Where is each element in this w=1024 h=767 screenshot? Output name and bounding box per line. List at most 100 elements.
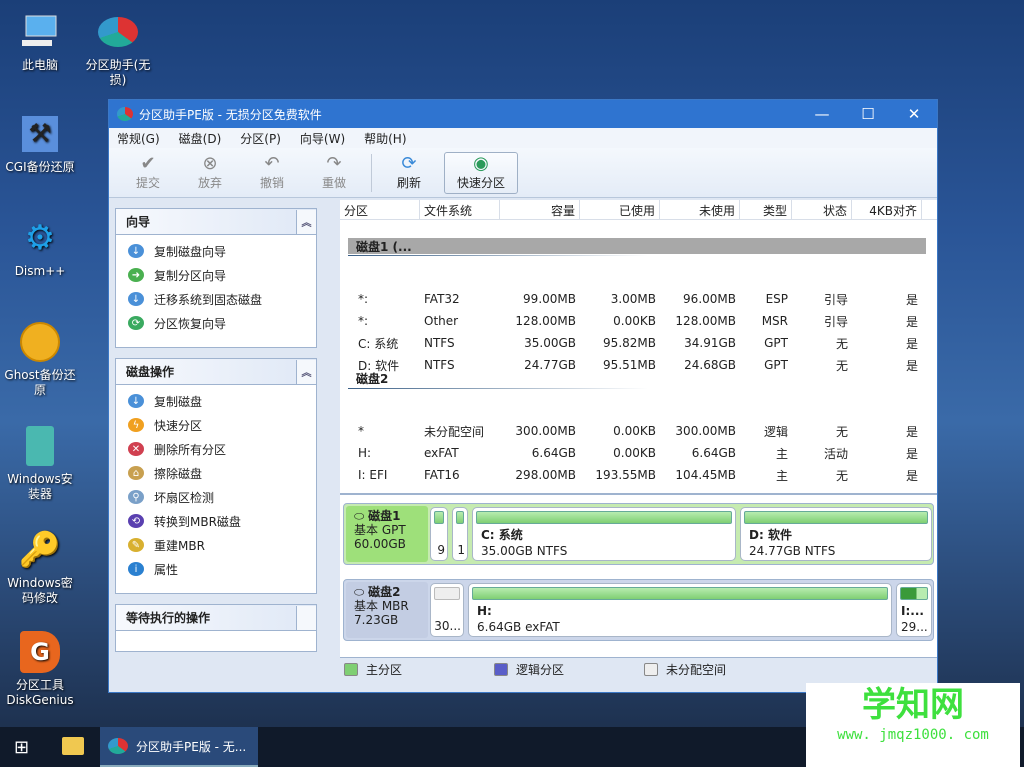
item-label: 转换到MBR磁盘	[154, 514, 241, 529]
col-4k-align[interactable]: 4KB对齐	[852, 200, 922, 219]
desktop-icon-this-pc[interactable]: 此电脑	[2, 10, 78, 73]
maximize-button[interactable]: ☐	[845, 100, 891, 128]
windows-start-icon[interactable]: ⊞	[14, 737, 29, 758]
refresh-icon: ⟳	[401, 153, 417, 174]
col-unused[interactable]: 未使用	[660, 200, 740, 219]
table-cell: 35.00GB	[524, 336, 576, 350]
refresh-label: 刷新	[396, 176, 421, 190]
table-cell: NTFS	[424, 336, 455, 350]
col-partition[interactable]: 分区	[340, 200, 420, 219]
table-row[interactable]: I: EFI FAT16 298.00MB 193.55MB 104.45MB 主 无 是	[340, 464, 930, 486]
menu-general[interactable]: 常规(G)	[117, 130, 160, 147]
quick-partition-button[interactable]: ◉ 快速分区	[444, 151, 518, 194]
table-row[interactable]: * 未分配空间 300.00MB 0.00KB 300.00MB 逻辑 无 是	[340, 420, 930, 442]
redo-button[interactable]: ↷ 重做	[303, 152, 365, 194]
sidebar-item-properties[interactable]: i 属性	[116, 557, 316, 581]
wizard-panel-title: 向导	[126, 215, 151, 229]
partition-esp[interactable]: 9	[430, 507, 448, 561]
commit-button[interactable]: ✔ 提交	[117, 152, 179, 194]
refresh-button[interactable]: ⟳ 刷新	[378, 152, 440, 194]
partition-d[interactable]: D: 软件 24.77GB NTFS	[740, 507, 932, 561]
undo-button[interactable]: ↶ 撤销	[241, 152, 303, 194]
disk2-header[interactable]: 磁盘2	[348, 370, 926, 386]
disk2-name: 磁盘2	[368, 585, 401, 599]
sidebar-item-copy-disk[interactable]: ↓ 复制磁盘	[116, 389, 316, 413]
item-label: 快速分区	[154, 418, 203, 433]
partition-h[interactable]: H: 6.64GB exFAT	[468, 583, 892, 637]
sidebar-item-wipe-disk[interactable]: ⌂ 擦除磁盘	[116, 461, 316, 485]
col-filesystem[interactable]: 文件系统	[420, 200, 500, 219]
window-title: 分区助手PE版 - 无损分区免费软件	[139, 107, 322, 122]
recovery-icon: ⟳	[128, 316, 144, 330]
disk1-header[interactable]: 磁盘1 (...	[348, 238, 926, 254]
table-row[interactable]: *: Other 128.00MB 0.00KB 128.00MB MSR 引导 是	[340, 310, 930, 332]
sidebar-item-convert-mbr[interactable]: ⟲ 转换到MBR磁盘	[116, 509, 316, 533]
disk-map: ⬭ 磁盘1 基本 GPT 60.00GB 9 1 C: 系统 35.00GB NTFS…	[340, 495, 937, 657]
sidebar-item-rebuild-mbr[interactable]: ✎ 重建MBR	[116, 533, 316, 557]
table-cell: *:	[358, 314, 369, 328]
menu-disk[interactable]: 磁盘(D)	[179, 130, 222, 147]
collapse-button[interactable]	[296, 605, 316, 630]
menu-help[interactable]: 帮助(H)	[364, 130, 406, 147]
disk2-map[interactable]: ⬭ 磁盘2 基本 MBR 7.23GB 30... H: 6.64GB exFAT I…	[343, 579, 934, 641]
minimize-button[interactable]: —	[799, 100, 845, 128]
desktop-icon-label: Ghost备份还原	[4, 368, 76, 397]
desktop-icon-windows-password[interactable]: 🔑 Windows密码修改	[2, 528, 78, 606]
discard-button[interactable]: ⊗ 放弃	[179, 152, 241, 194]
sidebar-item-partition-recovery[interactable]: ⟳ 分区恢复向导	[116, 311, 316, 335]
table-cell: 128.00MB	[675, 314, 736, 328]
sidebar-item-bad-sector-check[interactable]: ⚲ 坏扇区检测	[116, 485, 316, 509]
sidebar-item-migrate-os[interactable]: ↓ 迁移系统到固态磁盘	[116, 287, 316, 311]
sidebar-item-copy-partition-wizard[interactable]: ➜ 复制分区向导	[116, 263, 316, 287]
pending-operations-panel: 等待执行的操作	[115, 604, 317, 652]
disk1-info[interactable]: ⬭ 磁盘1 基本 GPT 60.00GB	[346, 506, 428, 562]
partition-c[interactable]: C: 系统 35.00GB NTFS	[472, 507, 736, 561]
table-cell: 是	[905, 446, 918, 461]
title-bar[interactable]: 分区助手PE版 - 无损分区免费软件 — ☐ ✕	[109, 100, 937, 128]
divider	[348, 388, 648, 389]
partition-i[interactable]: I:... 29...	[896, 583, 932, 637]
disk2-info[interactable]: ⬭ 磁盘2 基本 MBR 7.23GB	[346, 582, 428, 638]
table-cell: 活动	[823, 446, 848, 461]
menu-partition[interactable]: 分区(P)	[240, 130, 281, 147]
col-used[interactable]: 已使用	[580, 200, 660, 219]
watermark-url: www. jmqz1000. com	[837, 727, 989, 743]
desktop-icon-partition-assistant[interactable]: 分区助手(无损)	[80, 10, 156, 88]
legend: 主分区 逻辑分区 未分配空间	[340, 657, 937, 681]
discard-label: 放弃	[197, 176, 222, 190]
sidebar-item-quick-partition[interactable]: ϟ 快速分区	[116, 413, 316, 437]
close-button[interactable]: ✕	[891, 100, 937, 128]
table-cell: Other	[424, 314, 459, 328]
col-status[interactable]: 状态	[792, 200, 852, 219]
partition-unallocated[interactable]: 30...	[430, 583, 464, 637]
taskbar-app-partition-assistant[interactable]: 分区助手PE版 - 无...	[100, 727, 258, 767]
desktop-icon-cgi[interactable]: ⚒ CGI备份还原	[2, 112, 78, 175]
desktop-icon-diskgenius[interactable]: G 分区工具DiskGenius	[2, 630, 78, 708]
partition-label: 30...	[434, 619, 461, 633]
table-row[interactable]: H: exFAT 6.64GB 0.00KB 6.64GB 主 活动 是	[340, 442, 930, 464]
menu-wizard[interactable]: 向导(W)	[300, 130, 345, 147]
table-cell: 是	[905, 336, 918, 351]
table-row[interactable]: C: 系统 NTFS 35.00GB 95.82MB 34.91GB GPT 无 是	[340, 332, 930, 354]
file-explorer-icon[interactable]	[62, 737, 84, 755]
partition-detail: 24.77GB NTFS	[749, 544, 836, 558]
commit-label: 提交	[135, 176, 160, 190]
disk1-map[interactable]: ⬭ 磁盘1 基本 GPT 60.00GB 9 1 C: 系统 35.00GB NTFS…	[343, 503, 934, 565]
table-cell: C: 系统	[358, 336, 399, 351]
table-row[interactable]: *: FAT32 99.00MB 3.00MB 96.00MB ESP 引导 是	[340, 288, 930, 310]
col-capacity[interactable]: 容量	[500, 200, 580, 219]
info-icon: i	[128, 562, 144, 576]
sidebar-item-delete-all-partitions[interactable]: ✕ 删除所有分区	[116, 437, 316, 461]
collapse-chevron-icon[interactable]: ︽	[296, 209, 316, 234]
partition-msr[interactable]: 1	[452, 507, 468, 561]
desktop-icon-windows-installer[interactable]: Windows安装器	[2, 424, 78, 502]
table-cell: 是	[905, 424, 918, 439]
sidebar-item-copy-disk-wizard[interactable]: ↓ 复制磁盘向导	[116, 239, 316, 263]
col-type[interactable]: 类型	[740, 200, 792, 219]
desktop-icon-ghost[interactable]: Ghost备份还原	[2, 320, 78, 398]
collapse-chevron-icon[interactable]: ︽	[296, 359, 316, 384]
quick-partition-icon: ◉	[473, 153, 489, 174]
item-label: 重建MBR	[154, 538, 205, 553]
table-cell: exFAT	[424, 446, 459, 460]
desktop-icon-dism[interactable]: ⚙ Dism++	[2, 216, 78, 279]
